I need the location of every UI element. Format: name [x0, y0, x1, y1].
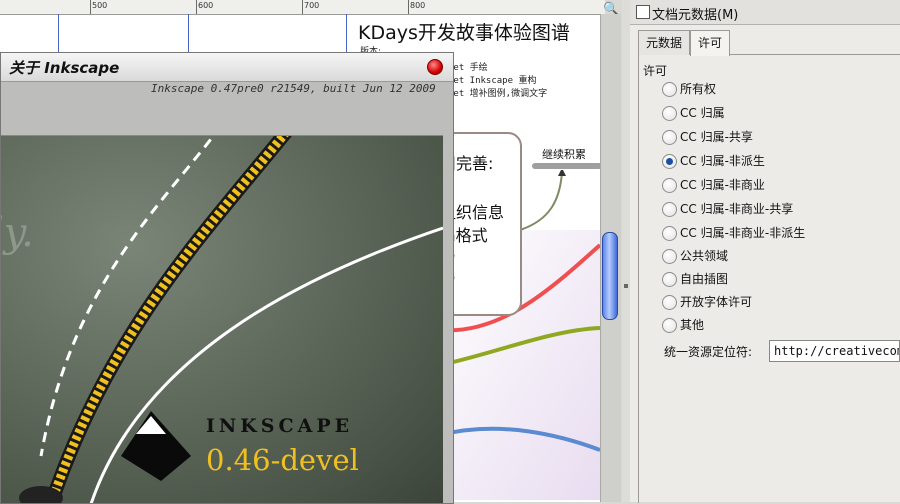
accumulate-label: 继续积累: [542, 148, 586, 161]
splitter-grip-icon: [624, 284, 628, 288]
option-label: CC 归属-非派生: [680, 154, 765, 168]
ruler-label: 500: [92, 1, 108, 10]
horizontal-ruler[interactable]: 500 600 700 800: [0, 0, 605, 15]
log-line: iet 增补图例,微调文字: [448, 89, 548, 99]
license-option[interactable]: 开放字体许可: [662, 293, 892, 311]
option-label: 开放字体许可: [680, 295, 753, 309]
metadata-icon: [636, 5, 650, 19]
connector-line: [519, 171, 563, 231]
radio-button[interactable]: [662, 249, 677, 264]
option-label: 其他: [680, 318, 705, 332]
radio-button[interactable]: [662, 318, 677, 333]
accumulate-bar: [532, 163, 602, 169]
panel-title: 文档元数据(M): [652, 8, 739, 23]
tab-metadata[interactable]: 元数据: [638, 30, 690, 55]
radio-button[interactable]: [662, 130, 677, 145]
radio-button[interactable]: [662, 202, 677, 217]
brand-version: 0.46-devel: [206, 443, 359, 477]
arrow-head: [558, 170, 566, 176]
license-option[interactable]: 其他: [662, 316, 892, 334]
license-option[interactable]: 公共领域: [662, 247, 892, 265]
license-option[interactable]: 自由插图: [662, 270, 892, 288]
about-titlebar[interactable]: 关于 Inkscape: [1, 53, 453, 82]
scrollbar-thumb[interactable]: [602, 232, 618, 320]
about-title: 关于 Inkscape: [9, 59, 120, 77]
license-option[interactable]: CC 归属-非派生: [662, 152, 892, 170]
option-label: 所有权: [680, 82, 717, 96]
document-title: KDays开发故事体验图谱: [358, 22, 570, 44]
url-label: 统一资源定位符:: [664, 345, 753, 359]
option-label: 公共领域: [680, 249, 729, 263]
license-option[interactable]: CC 归属-非商业: [662, 176, 892, 194]
option-label: CC 归属-非商业-共享: [680, 202, 794, 216]
radio-button[interactable]: [662, 82, 677, 97]
log-line: iet Inkscape 重构: [448, 76, 537, 86]
option-label: CC 归属-非商业: [680, 178, 765, 192]
radio-button[interactable]: [662, 178, 677, 193]
brand-name: INKSCAPE: [206, 415, 354, 437]
pane-splitter[interactable]: [622, 0, 630, 502]
license-option[interactable]: CC 归属-共享: [662, 128, 892, 146]
radio-button[interactable]: [662, 226, 677, 241]
radio-button-selected[interactable]: [662, 154, 677, 169]
radio-button[interactable]: [662, 272, 677, 287]
close-icon[interactable]: [427, 59, 443, 75]
option-label: CC 归属: [680, 106, 725, 120]
option-label: CC 归属-共享: [680, 130, 753, 144]
inkscape-logo-icon: [121, 411, 191, 481]
url-field[interactable]: http://creativecommons.org/licenses/by-n…: [769, 340, 900, 362]
ruler-label: 700: [304, 1, 320, 10]
radio-button[interactable]: [662, 295, 677, 310]
ruler-label: 800: [410, 1, 426, 10]
about-dialog: 关于 Inkscape Inkscape 0.47pre0 r21549, bu…: [0, 52, 454, 504]
license-option[interactable]: CC 归属-非商业-共享: [662, 200, 892, 218]
license-option[interactable]: 所有权: [662, 80, 892, 98]
tab-license[interactable]: 许可: [690, 30, 730, 56]
license-option[interactable]: CC 归属-非商业-非派生: [662, 224, 892, 242]
ruler-label: 600: [198, 1, 214, 10]
license-option[interactable]: CC 归属: [662, 104, 892, 122]
license-section-title: 许可: [643, 64, 668, 78]
radio-button[interactable]: [662, 106, 677, 121]
svg-text:ly.: ly.: [1, 210, 34, 256]
about-build-info: Inkscape 0.47pre0 r21549, built Jun 12 2…: [151, 82, 436, 95]
option-label: CC 归属-非商业-非派生: [680, 226, 806, 240]
option-label: 自由插图: [680, 272, 729, 286]
